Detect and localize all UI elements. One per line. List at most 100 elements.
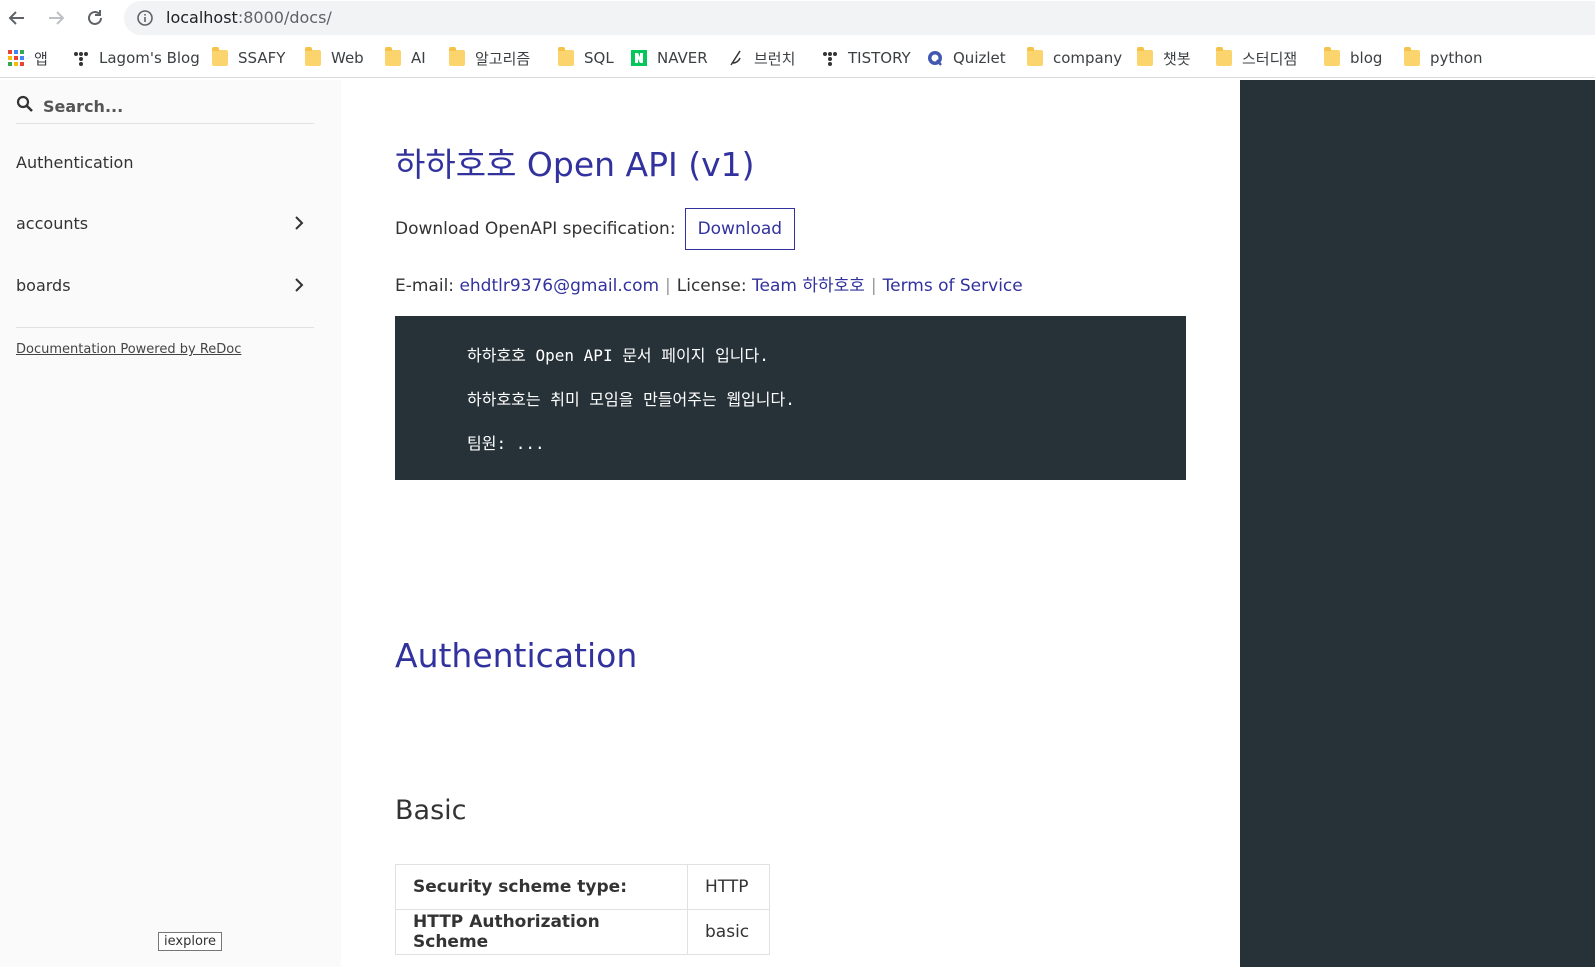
- terms-link[interactable]: Terms of Service: [883, 276, 1023, 296]
- url-host: localhost: [166, 8, 238, 27]
- folder-icon: [449, 47, 465, 66]
- bookmark-python[interactable]: python: [1404, 47, 1482, 69]
- page-title: 하하호호 Open API (v1): [395, 145, 755, 184]
- bookmark-label: company: [1053, 49, 1123, 67]
- bookmark-studyjam[interactable]: 스터디잼: [1216, 47, 1297, 69]
- authentication-heading: Authentication: [395, 636, 638, 675]
- sidebar-item-boards[interactable]: boards: [0, 265, 341, 305]
- bookmark-label: blog: [1350, 49, 1383, 67]
- tistory-icon: [823, 52, 837, 66]
- description-line: 팀원: ...: [467, 434, 545, 453]
- bookmark-label: Web: [331, 49, 364, 67]
- email-label: E-mail:: [395, 276, 455, 296]
- info-icon[interactable]: [136, 9, 154, 27]
- url-path: :8000/docs/: [237, 8, 332, 27]
- bookmark-label: AI: [411, 49, 426, 67]
- bookmark-apps[interactable]: 앱: [8, 47, 48, 69]
- bookmark-label: 알고리즘: [475, 49, 531, 68]
- license-label: License:: [676, 276, 747, 296]
- bookmark-label: python: [1430, 49, 1483, 67]
- table-key: Security scheme type:: [395, 864, 688, 910]
- folder-icon: [385, 47, 401, 66]
- arrow-right-icon: [49, 11, 65, 25]
- license-link[interactable]: Team 하하호호: [752, 276, 865, 296]
- folder-icon: [558, 47, 574, 66]
- table-key: HTTP Authorization Scheme: [395, 909, 688, 955]
- bookmark-company[interactable]: company: [1027, 47, 1122, 69]
- reload-button[interactable]: [83, 6, 107, 30]
- bookmark-label: 스터디잼: [1242, 49, 1298, 68]
- folder-icon: [1324, 47, 1340, 66]
- right-panel: [1240, 80, 1595, 967]
- sidebar-item-label: accounts: [16, 213, 89, 233]
- brunch-icon: [730, 50, 741, 66]
- forward-button[interactable]: [44, 6, 68, 30]
- download-label: Download OpenAPI specification:: [395, 219, 676, 239]
- address-bar[interactable]: localhost:8000/docs/: [124, 1, 1595, 35]
- bookmark-blog[interactable]: blog: [1324, 47, 1382, 69]
- bookmark-algorithm[interactable]: 알고리즘: [449, 47, 530, 69]
- sidebar-item-accounts[interactable]: accounts: [0, 203, 341, 243]
- tooltip: iexplore: [158, 932, 222, 951]
- folder-icon: [1216, 47, 1232, 66]
- bookmark-label: Lagom's Blog: [99, 49, 200, 67]
- download-row: Download OpenAPI specification: Download: [395, 208, 796, 250]
- separator: |: [665, 276, 671, 296]
- basic-heading: Basic: [395, 795, 467, 826]
- quizlet-icon: [928, 51, 942, 66]
- email-link[interactable]: ehdtlr9376@gmail.com: [459, 276, 659, 296]
- security-table: Security scheme type: HTTP HTTP Authoriz…: [395, 864, 770, 955]
- bookmark-web[interactable]: Web: [305, 47, 364, 69]
- folder-icon: [305, 47, 321, 66]
- sidebar-item-label: boards: [16, 275, 71, 295]
- table-row: Security scheme type: HTTP: [395, 864, 770, 910]
- contact-info: E-mail: ehdtlr9376@gmail.com | License: Te…: [395, 271, 1023, 296]
- folder-icon: [212, 47, 228, 66]
- description-line: 하하호호는 취미 모임을 만들어주는 웹입니다.: [467, 390, 795, 409]
- bookmark-sql[interactable]: SQL: [558, 47, 614, 69]
- bookmark-label: TISTORY: [848, 49, 911, 67]
- sidebar-item-label: Authentication: [16, 152, 134, 172]
- main-content: 하하호호 Open API (v1) Download OpenAPI spec…: [341, 80, 1240, 967]
- bookmark-label: 브런치: [754, 49, 796, 68]
- bookmark-ai[interactable]: AI: [385, 47, 426, 69]
- table-value: basic: [687, 909, 770, 955]
- back-button[interactable]: [5, 6, 29, 30]
- bookmark-label: NAVER: [657, 49, 708, 67]
- bookmark-quizlet[interactable]: Quizlet: [927, 47, 1006, 69]
- bookmark-naver[interactable]: NAVER: [631, 47, 708, 69]
- chevron-right-icon: [295, 278, 304, 292]
- table-value: HTTP: [687, 864, 770, 910]
- table-row: HTTP Authorization Scheme basic: [395, 909, 770, 955]
- bookmark-label: SQL: [584, 49, 614, 67]
- browser-toolbar: localhost:8000/docs/: [0, 0, 1595, 36]
- chevron-right-icon: [295, 216, 304, 230]
- bookmark-tistory[interactable]: TISTORY: [822, 47, 911, 69]
- arrow-left-icon: [8, 11, 24, 25]
- url-text: localhost:8000/docs/: [166, 8, 332, 27]
- bookmark-lagoms-blog[interactable]: Lagom's Blog: [73, 47, 200, 69]
- bookmark-label: 앱: [34, 49, 48, 68]
- apps-grid-icon: [8, 50, 24, 66]
- sidebar-item-authentication[interactable]: Authentication: [0, 142, 341, 182]
- tistory-icon: [74, 52, 88, 66]
- search-input[interactable]: [43, 92, 303, 120]
- sidebar-divider: [16, 327, 314, 328]
- folder-icon: [1404, 47, 1420, 66]
- sidebar: Authentication accounts boards Documenta…: [0, 80, 341, 967]
- naver-icon: [631, 50, 647, 66]
- folder-icon: [1027, 47, 1043, 66]
- bookmark-label: 챗봇: [1163, 49, 1191, 68]
- bookmark-label: SSAFY: [238, 49, 286, 67]
- search-icon: [16, 95, 33, 112]
- separator: |: [870, 276, 877, 296]
- bookmark-ssafy[interactable]: SSAFY: [212, 47, 285, 69]
- bookmark-brunch[interactable]: 브런치: [728, 47, 795, 69]
- bookmark-chatbot[interactable]: 챗봇: [1137, 47, 1191, 69]
- search-box: [16, 92, 314, 124]
- description-line: 하하호호 Open API 문서 페이지 입니다.: [467, 346, 769, 365]
- download-button[interactable]: Download: [684, 208, 796, 250]
- redoc-powered-link[interactable]: Documentation Powered by ReDoc: [16, 342, 241, 357]
- folder-icon: [1137, 47, 1153, 66]
- bookmark-label: Quizlet: [953, 49, 1006, 67]
